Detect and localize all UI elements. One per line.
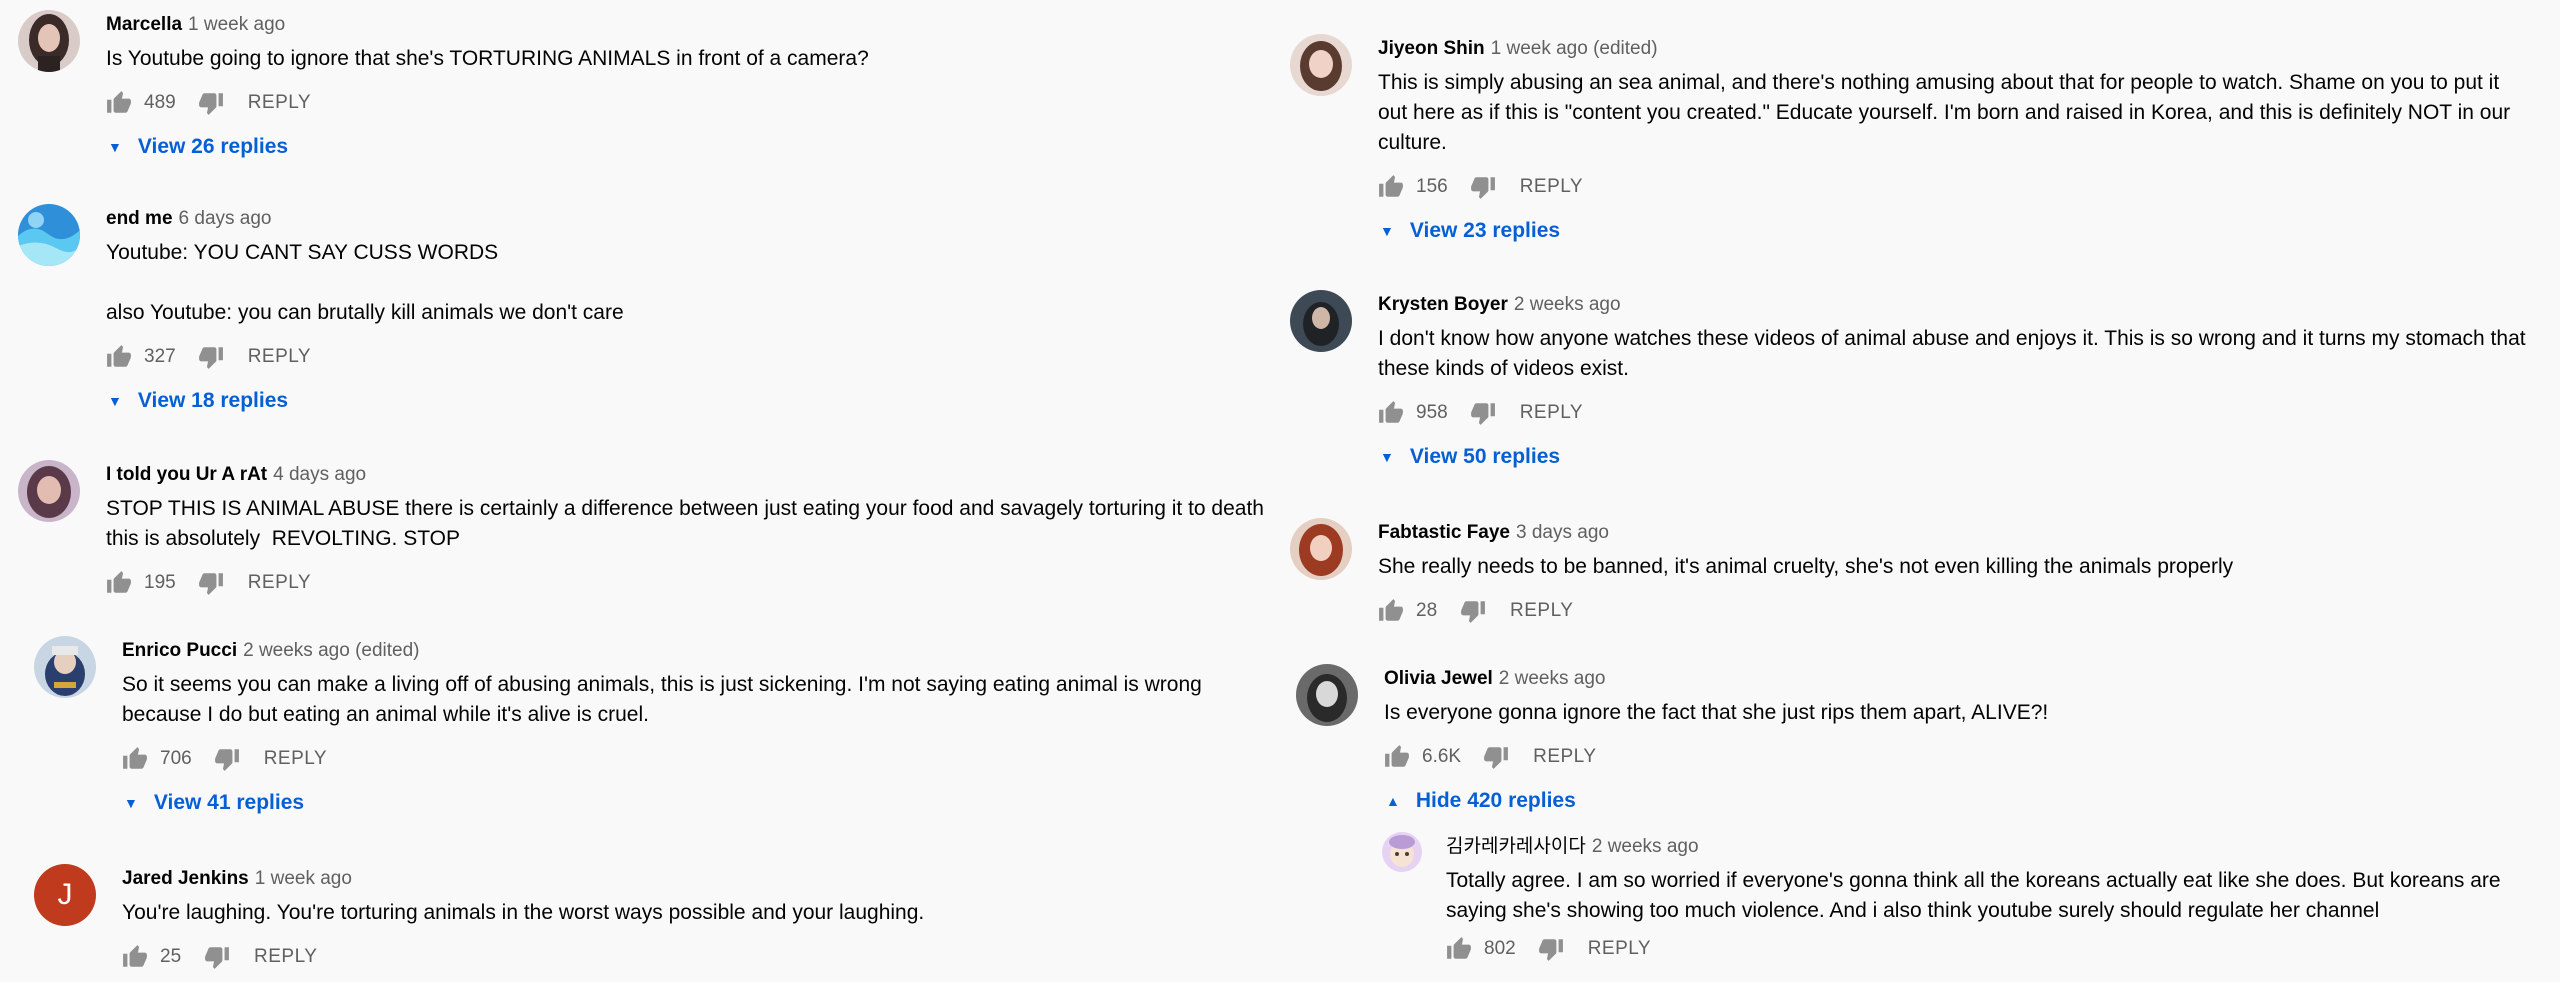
thumb-down-icon[interactable]: [1470, 400, 1496, 426]
comment-text: I don't know how anyone watches these vi…: [1378, 327, 2532, 380]
like-count: 28: [1416, 600, 1438, 621]
view-replies-button[interactable]: ▼ View 41 replies: [122, 788, 1252, 818]
reply-button[interactable]: REPLY: [248, 572, 311, 594]
thumb-up-icon[interactable]: [106, 344, 132, 370]
avatar[interactable]: [1296, 664, 1358, 726]
comment-text: So it seems you can make a living off of…: [122, 673, 1208, 726]
thumb-up-icon[interactable]: [122, 746, 148, 772]
comment-author[interactable]: end me: [106, 208, 173, 229]
reply-button[interactable]: REPLY: [248, 92, 311, 114]
avatar[interactable]: [1382, 832, 1422, 872]
thumb-down-icon[interactable]: [1470, 174, 1496, 200]
view-replies-label: View 23 replies: [1409, 219, 1561, 242]
avatar[interactable]: J: [34, 864, 96, 926]
thumb-down-icon[interactable]: [198, 570, 224, 596]
like-count: 25: [160, 946, 182, 967]
comment-author[interactable]: Enrico Pucci: [122, 640, 237, 661]
thumb-down-icon[interactable]: [1483, 744, 1509, 770]
thumb-up-icon[interactable]: [106, 90, 132, 116]
comment-time[interactable]: 2 weeks ago: [1592, 836, 1699, 857]
comment-author[interactable]: I told you Ur A rAt: [106, 464, 267, 485]
comment-author[interactable]: Marcella: [106, 14, 182, 35]
comment-time[interactable]: 4 days ago: [273, 464, 366, 485]
avatar[interactable]: [18, 204, 80, 266]
comment-author[interactable]: Jared Jenkins: [122, 868, 249, 889]
comment-text: Totally agree. I am so worried if everyo…: [1446, 869, 2513, 922]
view-replies-label: View 18 replies: [137, 389, 289, 412]
thumb-down-icon[interactable]: [1460, 598, 1486, 624]
like-count: 327: [144, 346, 176, 367]
like-count: 156: [1416, 176, 1448, 197]
thumb-up-icon[interactable]: [1378, 400, 1404, 426]
caret-down-icon: ▼: [108, 393, 122, 409]
view-replies-label: View 26 replies: [137, 135, 289, 158]
avatar[interactable]: [1290, 290, 1352, 352]
comment-author[interactable]: 김카레카레사이다: [1446, 836, 1586, 857]
reply-button[interactable]: REPLY: [1533, 746, 1596, 768]
avatar[interactable]: [1290, 34, 1352, 96]
avatar[interactable]: [34, 636, 96, 698]
thumb-up-icon[interactable]: [106, 570, 132, 596]
view-replies-button[interactable]: ▼ View 23 replies: [1378, 216, 2528, 246]
thumb-down-icon[interactable]: [214, 746, 240, 772]
comment-text: Is everyone gonna ignore the fact that s…: [1384, 701, 2049, 724]
like-count: 802: [1484, 938, 1516, 959]
comment-text: You're laughing. You're torturing animal…: [122, 901, 925, 924]
thumb-up-icon[interactable]: [1384, 744, 1410, 770]
comment-time[interactable]: 1 week ago: [255, 868, 352, 889]
hide-replies-button[interactable]: ▲ Hide 420 replies: [1384, 786, 2524, 816]
thumb-up-icon[interactable]: [122, 944, 148, 970]
caret-down-icon: ▼: [1380, 449, 1394, 465]
view-replies-button[interactable]: ▼ View 18 replies: [106, 386, 1246, 416]
reply-button[interactable]: REPLY: [264, 748, 327, 770]
view-replies-button[interactable]: ▼ View 50 replies: [1378, 442, 2528, 472]
reply-button[interactable]: REPLY: [248, 346, 311, 368]
comment-time[interactable]: 1 week ago: [188, 14, 285, 35]
like-count: 958: [1416, 402, 1448, 423]
avatar[interactable]: [18, 460, 80, 522]
comment-time[interactable]: 3 days ago: [1516, 522, 1609, 543]
comment-time[interactable]: 2 weeks ago (edited): [243, 640, 419, 661]
reply-button[interactable]: REPLY: [1520, 176, 1583, 198]
thumb-down-icon[interactable]: [198, 344, 224, 370]
comment-author[interactable]: Krysten Boyer: [1378, 294, 1508, 315]
avatar-initial: J: [57, 878, 73, 911]
comment-time[interactable]: 6 days ago: [179, 208, 272, 229]
like-count: 489: [144, 92, 176, 113]
caret-down-icon: ▼: [108, 139, 122, 155]
hide-replies-label: Hide 420 replies: [1415, 789, 1576, 812]
thumb-down-icon[interactable]: [198, 90, 224, 116]
thumb-down-icon[interactable]: [204, 944, 230, 970]
thumb-down-icon[interactable]: [1538, 936, 1564, 962]
comment-time[interactable]: 2 weeks ago: [1499, 668, 1606, 689]
like-count: 6.6K: [1422, 746, 1462, 767]
caret-up-icon: ▲: [1386, 793, 1400, 809]
comment-text: STOP THIS IS ANIMAL ABUSE there is certa…: [106, 497, 1270, 550]
reply-button[interactable]: REPLY: [1510, 600, 1573, 622]
view-replies-button[interactable]: ▼ View 26 replies: [106, 132, 1246, 162]
reply-button[interactable]: REPLY: [254, 946, 317, 968]
comment-text: This is simply abusing an sea animal, an…: [1378, 71, 2516, 154]
like-count: 195: [144, 572, 176, 593]
thumb-up-icon[interactable]: [1446, 936, 1472, 962]
thumb-up-icon[interactable]: [1378, 598, 1404, 624]
comment-time[interactable]: 1 week ago (edited): [1491, 38, 1658, 59]
avatar[interactable]: [1290, 518, 1352, 580]
thumb-up-icon[interactable]: [1378, 174, 1404, 200]
caret-down-icon: ▼: [1380, 223, 1394, 239]
reply-button[interactable]: REPLY: [1588, 938, 1651, 960]
comment-text: She really needs to be banned, it's anim…: [1378, 555, 2234, 578]
caret-down-icon: ▼: [124, 795, 138, 811]
comment-time[interactable]: 2 weeks ago: [1514, 294, 1621, 315]
comment-author[interactable]: Olivia Jewel: [1384, 668, 1493, 689]
view-replies-label: View 50 replies: [1409, 445, 1561, 468]
comment-text: Youtube: YOU CANT SAY CUSS WORDS also Yo…: [106, 241, 624, 324]
comment-author[interactable]: Fabtastic Faye: [1378, 522, 1510, 543]
view-replies-label: View 41 replies: [153, 791, 305, 814]
comment-text: Is Youtube going to ignore that she's TO…: [106, 47, 869, 70]
reply-button[interactable]: REPLY: [1520, 402, 1583, 424]
like-count: 706: [160, 748, 192, 769]
avatar[interactable]: [18, 10, 80, 72]
comment-author[interactable]: Jiyeon Shin: [1378, 38, 1485, 59]
